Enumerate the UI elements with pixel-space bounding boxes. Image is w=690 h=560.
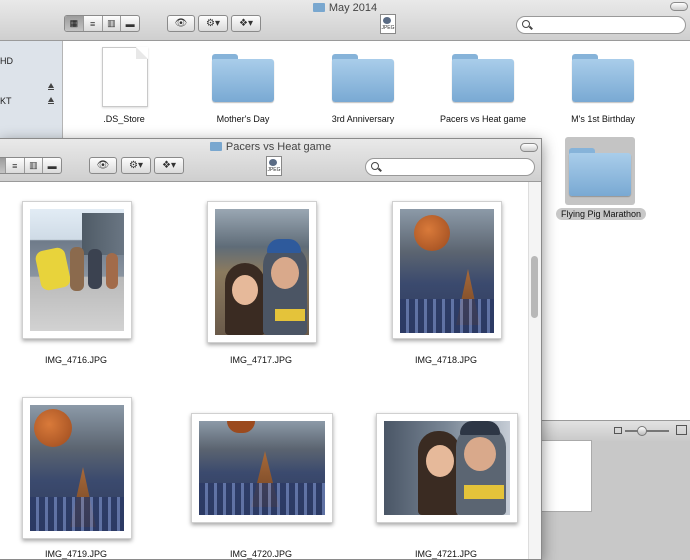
item-label[interactable]: M's 1st Birthday [543,114,663,124]
sidebar-item-hd[interactable]: HD [0,56,13,66]
person-shape [88,249,102,289]
item-label[interactable]: 3rd Anniversary [303,114,423,124]
photo-thumbnail[interactable] [22,201,132,339]
list-view-icon[interactable]: ≡ [6,158,25,173]
basketball-shape [34,409,72,447]
action-button[interactable]: ⚙▾ [121,157,151,174]
photo-image [400,209,494,333]
dropbox-icon: ❖▾ [162,160,176,171]
search-icon [522,20,530,28]
small-icon [614,427,622,434]
coverflow-view-icon[interactable]: ▬ [43,158,61,173]
cap-shape [460,421,500,435]
column-view-icon[interactable]: ▥ [103,16,122,31]
photo-image [384,421,510,515]
vertical-scrollbar[interactable] [528,182,541,559]
slider-thumb[interactable] [637,426,647,436]
item-label[interactable]: Mother's Day [183,114,303,124]
document-icon[interactable] [102,47,148,107]
crowd-shape [30,497,124,531]
item-label[interactable]: .DS_Store [64,114,184,124]
building-shape [82,213,124,255]
crowd-shape [400,299,494,333]
quicklook-button[interactable]: 👁 [89,157,117,174]
photo-thumbnail[interactable] [392,201,502,339]
folder-icon [312,3,325,12]
photo-image [30,209,124,331]
toolbar-toggle-button[interactable] [520,143,538,152]
crowd-shape [199,483,325,515]
preview-jpeg-icon[interactable]: JPEG [266,156,282,176]
face-shape [232,275,258,305]
shirt-logo-shape [464,485,504,499]
titlebar[interactable]: Pacers vs Heat game ≡ ▥ ▬ 👁 ⚙▾ ❖▾ JPEG [0,139,541,182]
photo-image [199,421,325,515]
basketball-shape [414,215,450,251]
scrollbar-thumb[interactable] [531,256,538,318]
background-window [540,440,592,512]
folder-icon[interactable] [572,54,634,102]
photo-label[interactable]: IMG_4718.JPG [376,355,516,365]
large-icon [676,425,687,435]
toolbar-toggle-button[interactable] [670,2,688,11]
photo-thumbnail[interactable] [207,201,317,343]
eject-icon[interactable] [48,97,54,104]
sidebar-item-kt[interactable]: KT [0,96,12,106]
face-shape [464,437,496,471]
folder-icon [209,142,222,151]
list-view-icon[interactable]: ≡ [84,16,103,31]
person-shape [70,247,84,291]
mascot-shape [34,246,72,292]
photo-label[interactable]: IMG_4716.JPG [6,355,146,365]
finder-window-pacers-vs-heat: Pacers vs Heat game ≡ ▥ ▬ 👁 ⚙▾ ❖▾ JPEG I… [0,138,542,560]
search-icon [371,162,379,170]
folder-icon[interactable] [452,54,514,102]
photo-image [215,209,309,335]
quicklook-button[interactable]: 👁 [167,15,195,32]
item-label-selected[interactable]: Flying Pig Marathon [541,208,661,220]
icon-view-icon[interactable]: ▦ [65,16,84,31]
basketball-shape [227,421,255,433]
eye-icon: 👁 [96,160,110,171]
shirt-logo-shape [275,309,305,321]
eye-icon: 👁 [174,18,188,29]
status-bar [540,420,690,441]
photo-thumbnail[interactable] [22,397,132,539]
column-view-icon[interactable]: ▥ [25,158,44,173]
photo-label[interactable]: IMG_4717.JPG [191,355,331,365]
dropbox-icon: ❖▾ [239,18,253,29]
gear-icon: ⚙▾ [206,18,220,29]
folder-icon[interactable] [569,148,631,196]
icon-size-slider[interactable] [625,430,669,432]
view-mode-control[interactable]: ▦ ≡ ▥ ▬ [64,15,140,32]
gear-icon: ⚙▾ [129,160,143,171]
preview-jpeg-icon[interactable]: JPEG [380,14,396,34]
photo-thumbnail[interactable] [191,413,333,523]
face-shape [271,257,299,289]
search-input[interactable] [365,158,535,176]
face-shape [426,445,454,477]
folder-icon[interactable] [212,54,274,102]
item-label[interactable]: Pacers vs Heat game [423,114,543,124]
folder-icon[interactable] [332,54,394,102]
search-input[interactable] [516,16,686,34]
titlebar[interactable]: May 2014 ▦ ≡ ▥ ▬ 👁 ⚙▾ ❖▾ JPEG [0,0,690,41]
share-button[interactable]: ❖▾ [154,157,184,174]
photo-thumbnail[interactable] [376,413,518,523]
view-mode-control[interactable]: ≡ ▥ ▬ [0,157,62,174]
coverflow-view-icon[interactable]: ▬ [121,16,139,31]
window-title: Pacers vs Heat game [0,141,541,153]
eject-icon[interactable] [48,83,54,90]
share-button[interactable]: ❖▾ [231,15,261,32]
photo-image [30,405,124,531]
person-shape [106,253,118,289]
cap-shape [267,239,301,253]
window-title: May 2014 [0,2,690,14]
action-button[interactable]: ⚙▾ [198,15,228,32]
